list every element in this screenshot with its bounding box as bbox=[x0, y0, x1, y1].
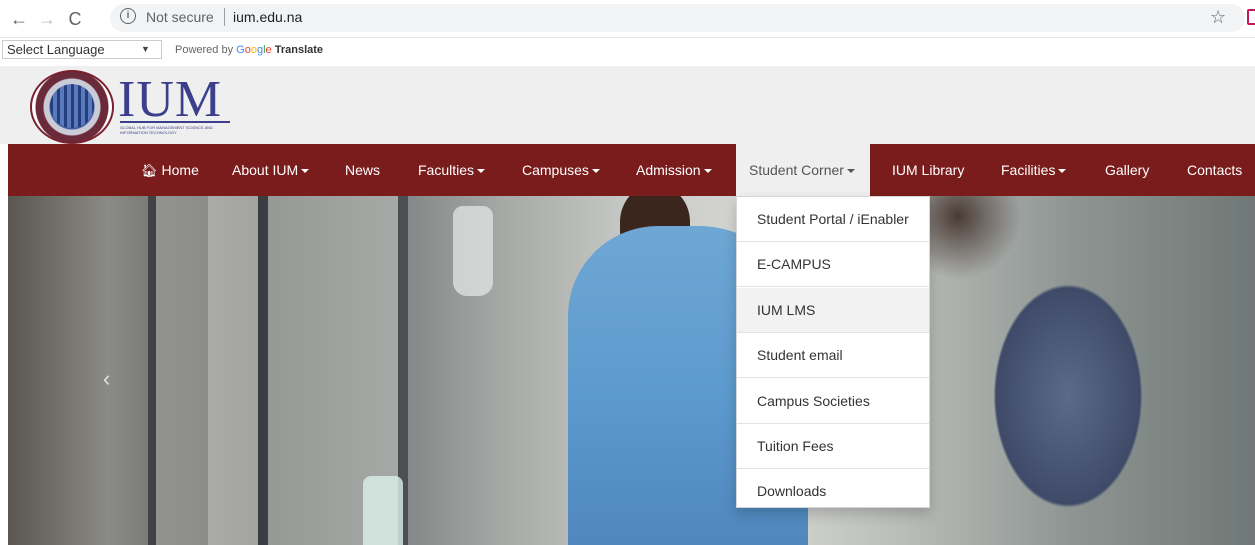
powered-by-label: Powered by bbox=[175, 44, 234, 56]
translate-label: Translate bbox=[274, 44, 324, 56]
nav-campuses-label: Campuses bbox=[522, 162, 589, 178]
caret-down-icon bbox=[301, 169, 310, 174]
nav-contacts[interactable]: Contacts bbox=[1187, 144, 1242, 196]
hero-sanitizer-bottle bbox=[363, 476, 403, 545]
language-select[interactable]: Select Language bbox=[2, 40, 162, 59]
chevron-down-icon: ▼ bbox=[141, 44, 150, 54]
nav-student-corner[interactable]: Student Corner bbox=[736, 144, 870, 196]
dropdown-item[interactable]: Student email bbox=[737, 333, 929, 378]
nav-library[interactable]: IUM Library bbox=[892, 144, 964, 196]
nav-contacts-label: Contacts bbox=[1187, 162, 1243, 178]
url-text[interactable]: ium.edu.na bbox=[233, 9, 302, 25]
nav-library-label: IUM Library bbox=[892, 162, 965, 178]
dropdown-item[interactable]: IUM LMS bbox=[737, 288, 929, 333]
caret-down-icon bbox=[703, 169, 712, 174]
extension-icon[interactable] bbox=[1247, 9, 1255, 25]
nav-admission[interactable]: Admission bbox=[636, 144, 712, 196]
nav-admission-label: Admission bbox=[636, 162, 701, 178]
nav-facilities[interactable]: Facilities bbox=[1001, 144, 1067, 196]
nav-facilities-label: Facilities bbox=[1001, 162, 1056, 178]
nav-news[interactable]: News bbox=[345, 144, 380, 196]
google-logo: Google bbox=[236, 44, 272, 56]
logo-tagline: GLOBAL HUB FOR MANAGEMENT SCIENCE AND IN… bbox=[120, 121, 230, 135]
main-navigation: 🏠︎ Home About IUM News Faculties Campuses… bbox=[8, 144, 1255, 196]
dropdown-item[interactable]: Campus Societies bbox=[737, 379, 929, 424]
nav-home[interactable]: 🏠︎ Home bbox=[141, 144, 199, 196]
dropdown-item[interactable]: E-CAMPUS bbox=[737, 242, 929, 287]
nav-campuses[interactable]: Campuses bbox=[522, 144, 600, 196]
caret-down-icon bbox=[477, 169, 486, 174]
nav-faculties[interactable]: Faculties bbox=[418, 144, 486, 196]
caret-down-icon bbox=[846, 169, 855, 174]
nav-faculties-label: Faculties bbox=[418, 162, 475, 178]
back-arrow-icon[interactable]: ← bbox=[8, 8, 30, 30]
dropdown-item[interactable]: Tuition Fees bbox=[737, 424, 929, 469]
home-icon: 🏠︎ bbox=[141, 163, 158, 178]
nav-student-corner-label: Student Corner bbox=[749, 162, 844, 178]
reload-icon[interactable]: C bbox=[64, 8, 86, 30]
browser-toolbar: ← → C i Not secure ium.edu.na ☆ bbox=[0, 0, 1255, 38]
caret-down-icon bbox=[1058, 169, 1067, 174]
forward-arrow-icon[interactable]: → bbox=[36, 8, 58, 30]
omnibox-divider bbox=[224, 8, 225, 26]
hero-slider-image[interactable] bbox=[8, 196, 1255, 545]
globe-icon bbox=[50, 84, 94, 128]
nav-gallery[interactable]: Gallery bbox=[1105, 144, 1149, 196]
bookmark-star-icon[interactable]: ☆ bbox=[1210, 7, 1226, 28]
security-status[interactable]: Not secure bbox=[146, 9, 214, 25]
nav-home-label: Home bbox=[161, 162, 199, 178]
nav-about[interactable]: About IUM bbox=[232, 144, 310, 196]
carousel-prev-icon[interactable]: ‹ bbox=[103, 366, 110, 392]
caret-down-icon bbox=[591, 169, 600, 174]
powered-by-google-translate[interactable]: Powered by Google Translate bbox=[175, 44, 323, 56]
nav-about-label: About IUM bbox=[232, 162, 299, 178]
info-icon[interactable]: i bbox=[120, 8, 136, 24]
hero-iv-bag bbox=[453, 206, 493, 296]
dropdown-item[interactable]: Downloads bbox=[737, 469, 929, 514]
dropdown-item[interactable]: Student Portal / iEnabler bbox=[737, 197, 929, 242]
nav-news-label: News bbox=[345, 162, 381, 178]
student-corner-dropdown: Student Portal / iEnabler E-CAMPUS IUM LMS… bbox=[736, 196, 930, 508]
nav-gallery-label: Gallery bbox=[1105, 162, 1150, 178]
